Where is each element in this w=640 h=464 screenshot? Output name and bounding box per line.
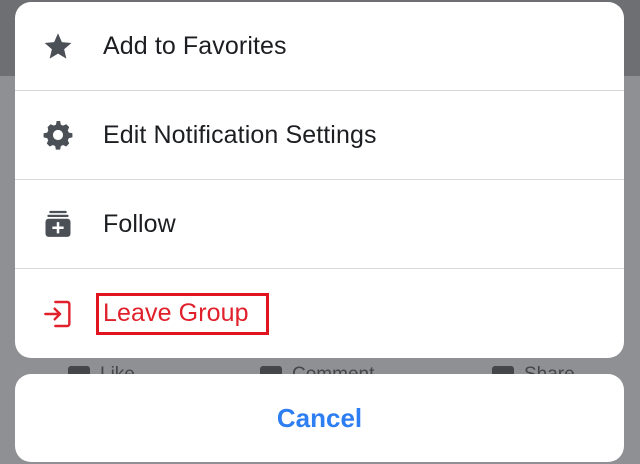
- menu-item-label: Add to Favorites: [103, 31, 287, 60]
- menu-item-edit-notification-settings[interactable]: Edit Notification Settings: [15, 91, 624, 180]
- menu-item-leave-group[interactable]: Leave Group: [15, 269, 624, 358]
- leave-icon: [40, 296, 76, 332]
- menu-item-follow[interactable]: Follow: [15, 180, 624, 269]
- menu-item-add-to-favorites[interactable]: Add to Favorites: [15, 2, 624, 91]
- gear-icon: [40, 117, 76, 153]
- cancel-label: Cancel: [276, 402, 363, 433]
- highlight-box: [96, 293, 269, 335]
- follow-icon: [40, 206, 76, 242]
- cancel-button[interactable]: Cancel: [15, 374, 624, 462]
- action-sheet: Add to Favorites Edit Notification Setti…: [15, 2, 624, 358]
- menu-item-label: Follow: [103, 209, 176, 238]
- menu-item-label: Edit Notification Settings: [103, 120, 377, 149]
- star-icon: [40, 28, 76, 64]
